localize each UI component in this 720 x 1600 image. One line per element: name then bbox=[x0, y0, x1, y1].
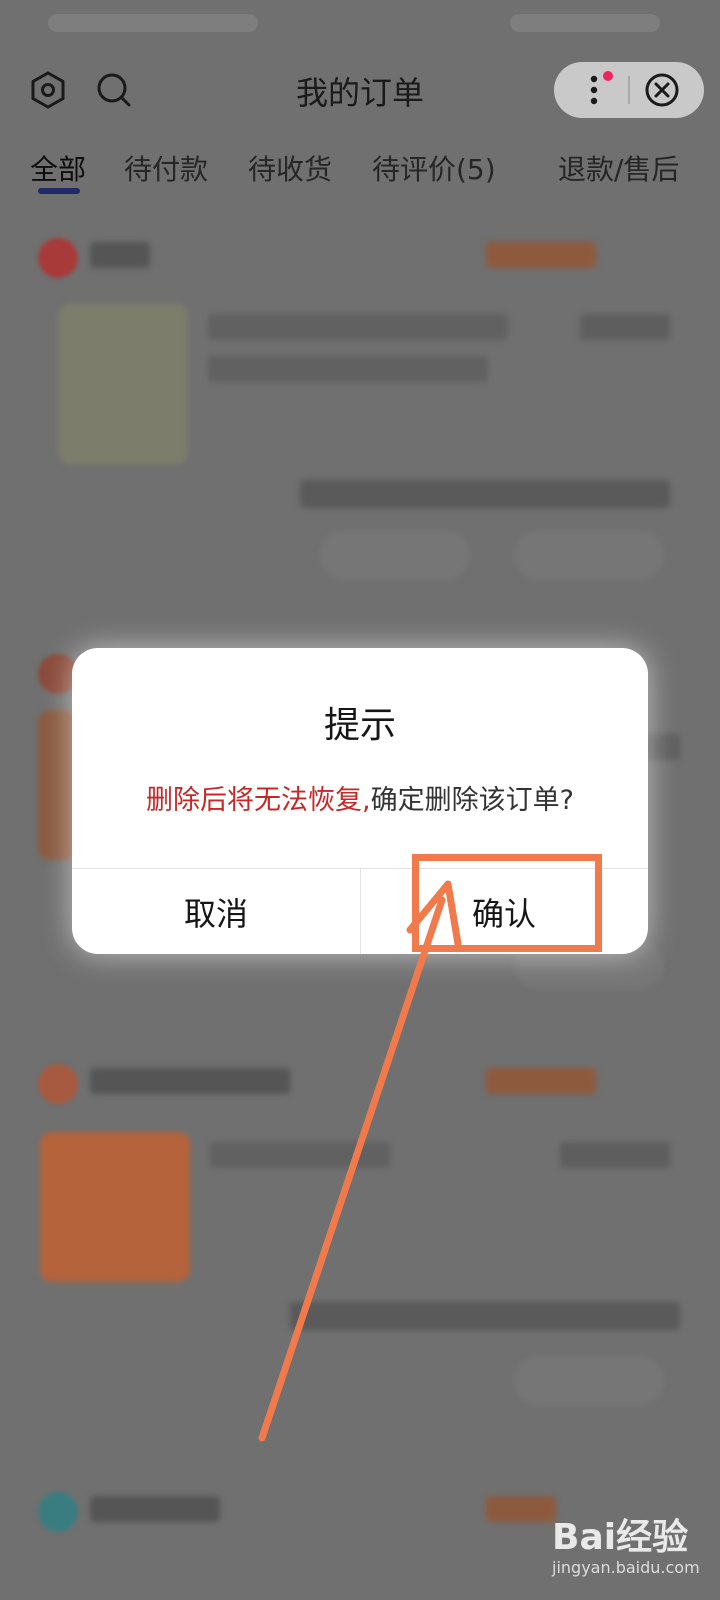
baidu-jingyan-watermark: Bai经验 jingyan.baidu.com bbox=[552, 1508, 712, 1588]
tab-pending-review[interactable]: 待评价(5) bbox=[372, 148, 496, 188]
order-action-button[interactable] bbox=[514, 1356, 664, 1406]
product-title-blurred bbox=[210, 1142, 390, 1168]
cancel-button[interactable]: 取消 bbox=[72, 869, 360, 954]
tab-refund-aftersale[interactable]: 退款/售后 bbox=[558, 148, 679, 188]
order-tabs: 全部 待付款 待收货 待评价(5) 退款/售后 bbox=[0, 140, 720, 200]
confirm-highlight-box bbox=[412, 854, 602, 952]
shop-avatar bbox=[38, 238, 78, 278]
product-title-blurred bbox=[208, 314, 508, 340]
order-page: 我的订单 全部 待付款 待收货 待评价(5) 退款/售后 提示 删除后将无法恢复… bbox=[0, 0, 720, 1600]
tab-active-indicator bbox=[38, 188, 80, 194]
notification-dot bbox=[603, 71, 613, 81]
order-total-blurred bbox=[300, 480, 670, 508]
status-bar-right-blurred bbox=[510, 14, 660, 32]
mini-program-capsule bbox=[554, 62, 704, 118]
order-status-blurred bbox=[486, 1068, 596, 1094]
tab-all[interactable]: 全部 bbox=[30, 148, 86, 188]
shop-name-blurred bbox=[90, 1068, 290, 1094]
dialog-question-text: 确定删除该订单? bbox=[370, 785, 574, 816]
product-thumbnail[interactable] bbox=[58, 304, 188, 464]
shop-name-blurred bbox=[90, 242, 150, 268]
product-subtitle-blurred bbox=[208, 356, 488, 382]
order-status-blurred bbox=[486, 1496, 556, 1522]
status-bar-left-blurred bbox=[48, 14, 258, 32]
product-price-blurred bbox=[560, 1142, 670, 1168]
capsule-divider bbox=[628, 76, 630, 104]
dialog-message: 删除后将无法恢复,确定删除该订单? bbox=[72, 778, 648, 817]
order-card[interactable] bbox=[20, 224, 700, 624]
watermark-url: jingyan.baidu.com bbox=[552, 1558, 700, 1577]
header-bar: 我的订单 bbox=[0, 50, 720, 130]
dialog-title: 提示 bbox=[323, 705, 396, 746]
shop-avatar bbox=[38, 1064, 78, 1104]
watermark-logo: Bai经验 bbox=[552, 1517, 689, 1558]
tab-pending-payment[interactable]: 待付款 bbox=[124, 148, 208, 188]
product-thumbnail[interactable] bbox=[40, 1132, 190, 1282]
order-action-button[interactable] bbox=[514, 530, 664, 580]
order-card[interactable] bbox=[20, 1050, 700, 1470]
order-action-button[interactable] bbox=[320, 530, 470, 580]
close-icon[interactable] bbox=[644, 72, 680, 108]
order-status-blurred bbox=[486, 242, 596, 268]
shop-avatar bbox=[38, 1492, 78, 1532]
status-bar bbox=[0, 0, 720, 50]
dialog-warning-text: 删除后将无法恢复, bbox=[146, 785, 371, 816]
tab-pending-receipt[interactable]: 待收货 bbox=[248, 148, 332, 188]
shop-name-blurred bbox=[90, 1496, 220, 1522]
product-price-blurred bbox=[580, 314, 670, 340]
order-total-blurred bbox=[290, 1302, 680, 1330]
